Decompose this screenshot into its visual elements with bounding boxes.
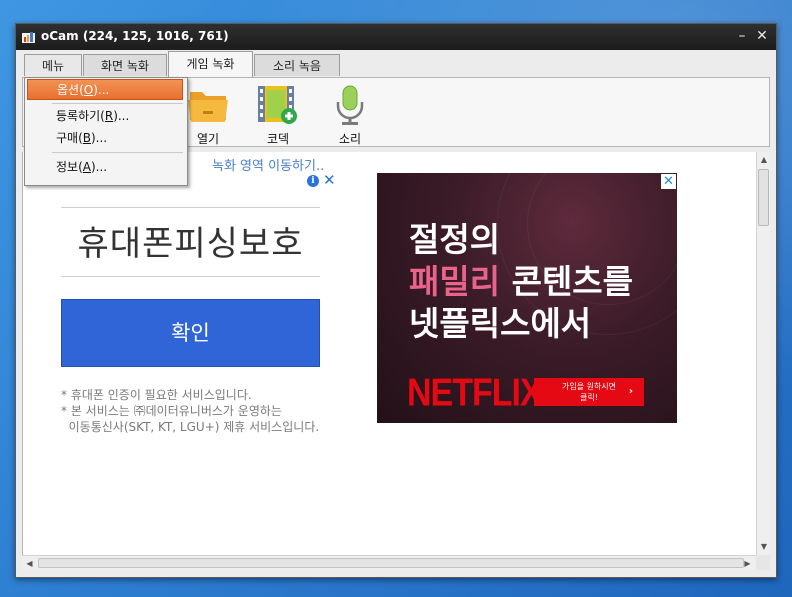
ad-signup-button[interactable]: 가입을 원하시면 클릭! ›: [534, 378, 644, 406]
ad-divider-top: [61, 207, 320, 208]
scrollbar-corner: [756, 555, 770, 570]
menu-item-about-hotkey: A: [82, 160, 91, 174]
adchoice-close-icon[interactable]: ✕: [661, 174, 676, 189]
menu-item-options-label: 옵션(: [57, 83, 84, 97]
ad-headline-2: 패밀리 콘텐츠를: [409, 255, 633, 303]
scroll-left-arrow-icon[interactable]: ◀: [23, 557, 36, 570]
scroll-right-arrow-icon[interactable]: ▶: [741, 557, 754, 570]
ad-note-3: 이동통신사(SKT, KT, LGU+) 제휴 서비스입니다.: [61, 420, 320, 434]
menu-item-about[interactable]: 정보(A)...: [27, 157, 183, 178]
browser-content: 녹화 영역 이동하기.. i ✕ 휴대폰피싱보호 확인 * 휴대폰 인증이 필요…: [22, 152, 757, 555]
sound-label: 소리: [338, 132, 362, 146]
ad-divider-bottom: [61, 276, 320, 277]
menu-item-options-hotkey: O: [83, 83, 94, 97]
ad-headline-2-rest: 콘텐츠를: [500, 262, 634, 301]
ad-headline-3: 넷플릭스에서: [409, 304, 592, 343]
menu-separator: [52, 152, 183, 153]
microphone-icon: [336, 85, 364, 125]
tab-game-record[interactable]: 게임 녹화: [168, 51, 253, 77]
tab-menu[interactable]: 메뉴: [24, 54, 82, 76]
menu-item-purchase[interactable]: 구매(B)...: [27, 128, 183, 149]
menu-item-about-label: 정보(: [56, 160, 83, 174]
ad-note-2: * 본 서비스는 ㈜데이터유니버스가 운영하는: [61, 404, 282, 418]
netflix-logo: NETFLIX: [407, 371, 543, 415]
sound-button[interactable]: 소리: [320, 84, 380, 146]
ad-confirm-button[interactable]: 확인: [61, 299, 320, 367]
codec-button[interactable]: 코덱: [248, 84, 308, 146]
ocam-app-icon: [22, 32, 35, 43]
horizontal-scrollbar[interactable]: ◀ ▶: [22, 555, 756, 570]
netflix-ad-banner[interactable]: ✕ 절정의 패밀리 콘텐츠를 넷플릭스에서 NETFLIX 가입을 원하시면 클…: [377, 173, 677, 423]
menu-item-purchase-suffix: )...: [91, 131, 108, 145]
window-title: oCam (224, 125, 1016, 761): [41, 29, 229, 43]
tab-bar: 메뉴 화면 녹화 게임 녹화 소리 녹음: [16, 50, 776, 77]
menu-dropdown: 옵션(O)... 등록하기(R)... 구매(B)... 정보(A)...: [24, 77, 188, 186]
cta-line-2: 클릭!: [580, 393, 598, 402]
menu-item-register-suffix: )...: [113, 109, 130, 123]
menu-separator: [52, 103, 183, 104]
horizontal-scroll-thumb[interactable]: [38, 558, 744, 568]
scroll-up-arrow-icon[interactable]: ▲: [758, 153, 770, 166]
folder-icon: [188, 92, 228, 122]
move-record-area-link[interactable]: 녹화 영역 이동하기..: [212, 155, 324, 174]
ad-title: 휴대폰피싱보호: [77, 224, 304, 264]
menu-item-register-hotkey: R: [104, 109, 114, 123]
menu-item-options[interactable]: 옵션(O)...: [27, 79, 183, 100]
film-codec-icon: [258, 86, 297, 124]
menu-item-options-suffix: )...: [93, 83, 110, 97]
menu-item-purchase-hotkey: B: [82, 131, 91, 145]
cta-line-1: 가입을 원하시면: [561, 382, 617, 391]
menu-item-about-suffix: )...: [90, 160, 108, 174]
menu-item-register-label: 등록하기(: [56, 109, 105, 123]
codec-label: 코덱: [266, 132, 290, 146]
ad-headline-2-pink: 패밀리: [409, 262, 501, 301]
vertical-scroll-thumb[interactable]: [758, 169, 769, 226]
chevron-right-icon: ›: [628, 386, 633, 397]
ad-note-1: * 휴대폰 인증이 필요한 서비스입니다.: [61, 388, 252, 402]
title-bar[interactable]: oCam (224, 125, 1016, 761) – ✕: [16, 24, 776, 50]
menu-item-register[interactable]: 등록하기(R)...: [27, 106, 183, 127]
vertical-scrollbar[interactable]: ▲ ▼: [756, 152, 770, 555]
scroll-down-arrow-icon[interactable]: ▼: [758, 540, 770, 553]
tab-screen-record[interactable]: 화면 녹화: [83, 54, 167, 76]
close-button[interactable]: ✕: [753, 27, 771, 45]
tab-sound-record[interactable]: 소리 녹음: [254, 54, 340, 76]
minimize-button[interactable]: –: [733, 27, 751, 45]
ad-headline-1: 절정의: [409, 220, 501, 259]
ad-info-icon[interactable]: i: [307, 175, 319, 187]
menu-item-purchase-label: 구매(: [56, 131, 83, 145]
ad-close-icon[interactable]: ✕: [323, 171, 336, 189]
